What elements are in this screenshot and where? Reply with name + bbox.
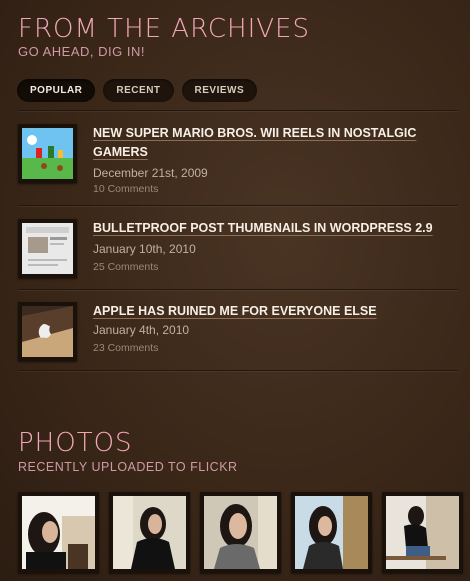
divider	[18, 110, 458, 111]
photos-subtitle: RECENTLY UPLOADED TO FLICKR	[18, 460, 238, 474]
flickr-photo[interactable]	[109, 492, 190, 573]
photo-woman-window-icon	[295, 496, 368, 569]
post-date: January 10th, 2010	[93, 242, 196, 256]
flickr-photo[interactable]	[291, 492, 372, 573]
post-date: December 21st, 2009	[93, 166, 208, 180]
archives-title: FROM THE ARCHIVES	[18, 14, 310, 44]
mario-game-thumbnail-icon	[22, 128, 73, 179]
photo-woman-face-icon	[204, 496, 277, 569]
wordpress-screen-thumbnail-icon	[22, 223, 73, 274]
divider	[18, 205, 458, 206]
post-thumbnail[interactable]	[18, 219, 77, 278]
post-comments-link[interactable]: 25 Comments	[93, 261, 158, 273]
flickr-photo[interactable]	[200, 492, 281, 573]
tab-popular[interactable]: POPULAR	[17, 79, 96, 102]
post-thumbnail[interactable]	[18, 302, 77, 361]
archive-tabs: POPULAR RECENT REVIEWS	[17, 79, 258, 102]
tab-recent[interactable]: RECENT	[103, 79, 174, 102]
post-title-link[interactable]: APPLE HAS RUINED ME FOR EVERYONE ELSE	[93, 302, 458, 321]
photos-title: PHOTOS	[18, 428, 133, 458]
apple-laptop-thumbnail-icon	[22, 306, 73, 357]
post-comments-link[interactable]: 23 Comments	[93, 342, 158, 354]
photo-woman-bench-icon	[386, 496, 459, 569]
flickr-photo-strip	[18, 492, 463, 573]
post-thumbnail[interactable]	[18, 124, 77, 183]
post-comments-link[interactable]: 10 Comments	[93, 183, 158, 195]
post-date: January 4th, 2010	[93, 323, 190, 337]
flickr-photo[interactable]	[382, 492, 463, 573]
tab-reviews[interactable]: REVIEWS	[181, 79, 258, 102]
archives-subtitle: GO AHEAD, DIG IN!	[18, 44, 145, 59]
divider	[18, 370, 458, 371]
photo-woman-seated-icon	[113, 496, 186, 569]
photo-woman-profile-icon	[22, 496, 95, 569]
post-title-link[interactable]: BULLETPROOF POST THUMBNAILS IN WORDPRESS…	[93, 219, 458, 238]
flickr-photo[interactable]	[18, 492, 99, 573]
post-title-link[interactable]: NEW SUPER MARIO BROS. WII REELS IN NOSTA…	[93, 124, 458, 162]
divider	[18, 289, 458, 290]
